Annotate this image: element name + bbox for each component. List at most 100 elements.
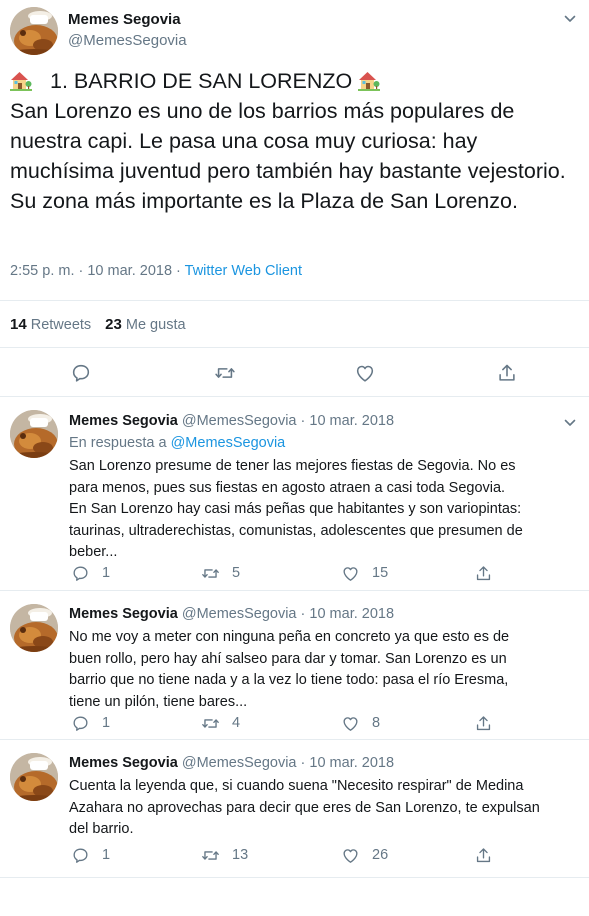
reply-tweet[interactable]: Memes Segovia @MemesSegovia · 10 mar. 20… [0,740,589,878]
divider [0,877,589,878]
heart-icon[interactable] [341,846,360,865]
text-line: beber... [69,544,118,560]
share-action[interactable] [474,712,493,734]
likes-count: 23 [105,316,122,333]
text-line: del barrio. [69,821,134,837]
share-icon[interactable] [474,846,493,865]
reply-text: Cuenta la leyenda que, si cuando suena "… [69,776,569,841]
display-name[interactable]: Memes Segovia [68,11,181,28]
house-with-garden-icon [10,69,32,91]
reply-actions: 1 4 8 [69,712,499,734]
reply-action[interactable]: 1 [71,562,110,584]
in-reply-prefix: En respuesta a [69,435,171,451]
retweets-stat[interactable]: 14 Retweets [10,316,92,333]
reply-icon[interactable] [71,846,90,865]
reply-icon[interactable] [71,564,90,583]
reply-tweet[interactable]: Memes Segovia @MemesSegovia · 10 mar. 20… [0,397,589,591]
divider [0,347,589,348]
retweet-action[interactable]: 13 [201,844,248,866]
heart-icon[interactable] [354,362,376,384]
retweet-count: 13 [232,847,249,863]
separator: · [296,755,310,771]
in-reply-handle[interactable]: @MemesSegovia [171,435,286,451]
reply-icon[interactable] [70,362,92,384]
retweet-icon[interactable] [201,714,220,733]
retweet-count: 5 [232,565,241,581]
reply-text: No me voy a meter con ninguna peña en co… [69,627,569,713]
date[interactable]: 10 mar. 2018 [309,755,394,771]
text-line: San Lorenzo presume de tener las mejores… [69,458,516,474]
retweets-label: Retweets [30,317,92,333]
reply-header: Memes Segovia @MemesSegovia · 10 mar. 20… [69,606,394,622]
text-line: para menos, pues sus fiestas en agosto a… [69,479,506,496]
in-reply-to: En respuesta a @MemesSegovia [69,435,285,451]
tweet-body: San Lorenzo es uno de los barrios más po… [10,99,566,213]
avatar[interactable] [10,7,58,55]
display-name[interactable]: Memes Segovia [69,606,178,622]
reply-action[interactable]: 1 [71,844,110,866]
reply-header: Memes Segovia @MemesSegovia · 10 mar. 20… [69,413,394,429]
like-count: 26 [372,847,389,863]
handle[interactable]: @MemesSegovia [182,606,297,622]
reply-text: San Lorenzo presume de tener las mejores… [69,456,569,564]
retweet-icon[interactable] [201,846,220,865]
timestamp[interactable]: 2:55 p. m. · 10 mar. 2018 · [10,263,185,279]
heart-icon[interactable] [341,714,360,733]
handle[interactable]: @MemesSegovia [182,755,297,771]
like-action[interactable]: 8 [341,712,380,734]
tweet-title: 1. BARRIO DE SAN LORENZO [50,69,353,93]
house-with-garden-icon [358,69,380,91]
like-count: 8 [372,715,381,731]
client-link[interactable]: Twitter Web Client [185,263,302,279]
text-line: No me voy a meter con ninguna peña en co… [69,629,510,645]
reply-header: Memes Segovia @MemesSegovia · 10 mar. 20… [69,755,394,771]
tweet-meta: 2:55 p. m. · 10 mar. 2018 · Twitter Web … [10,263,302,279]
retweet-action[interactable]: 5 [201,562,240,584]
like-action[interactable]: 26 [341,844,388,866]
handle[interactable]: @MemesSegovia [182,413,297,429]
tweet-actions [0,362,589,392]
text-line: En San Lorenzo hay casi más peñas que ha… [69,501,522,517]
reply-tweet[interactable]: Memes Segovia @MemesSegovia · 10 mar. 20… [0,591,589,740]
reply-count: 1 [102,847,111,863]
like-action[interactable]: 15 [341,562,388,584]
reply-icon[interactable] [71,714,90,733]
handle[interactable]: @MemesSegovia [68,32,187,49]
avatar[interactable] [10,753,58,801]
engagement-stats: 14 Retweets 23 Me gusta [10,316,186,333]
tweet-title-line: 1. BARRIO DE SAN LORENZO [10,66,580,96]
likes-stat[interactable]: 23 Me gusta [105,316,186,333]
text-line: barrio que no tiene nada y a la vez lo t… [69,672,509,688]
text-line: tiene un pilón, tiene bares... [69,693,248,710]
divider [0,300,589,301]
reply-actions: 1 5 15 [69,562,499,584]
heart-icon[interactable] [341,564,360,583]
date[interactable]: 10 mar. 2018 [309,606,394,622]
tweet-text: 1. BARRIO DE SAN LORENZO San Lorenzo es … [10,66,580,216]
display-name[interactable]: Memes Segovia [69,413,178,429]
separator: · [296,413,310,429]
reply-count: 1 [102,715,111,731]
share-icon[interactable] [496,362,518,384]
text-line: taurinas, ultraderechistas, comunistas, … [69,522,523,539]
reply-action[interactable]: 1 [71,712,110,734]
retweet-icon[interactable] [201,564,220,583]
date[interactable]: 10 mar. 2018 [309,413,394,429]
share-action[interactable] [474,562,493,584]
chevron-down-icon[interactable] [563,416,577,430]
retweet-icon[interactable] [214,362,236,384]
retweet-action[interactable]: 4 [201,712,240,734]
retweet-count: 4 [232,715,241,731]
display-name[interactable]: Memes Segovia [69,755,178,771]
share-icon[interactable] [474,564,493,583]
avatar[interactable] [10,410,58,458]
share-icon[interactable] [474,714,493,733]
avatar[interactable] [10,604,58,652]
likes-label: Me gusta [125,317,186,333]
retweets-count: 14 [10,316,27,333]
chevron-down-icon[interactable] [563,12,577,26]
share-action[interactable] [474,844,493,866]
text-line: buen rollo, pero hay ahí salseo para dar… [69,650,507,667]
text-line: Azahara no aprovechas para decir que ere… [69,799,540,816]
separator: · [296,606,310,622]
